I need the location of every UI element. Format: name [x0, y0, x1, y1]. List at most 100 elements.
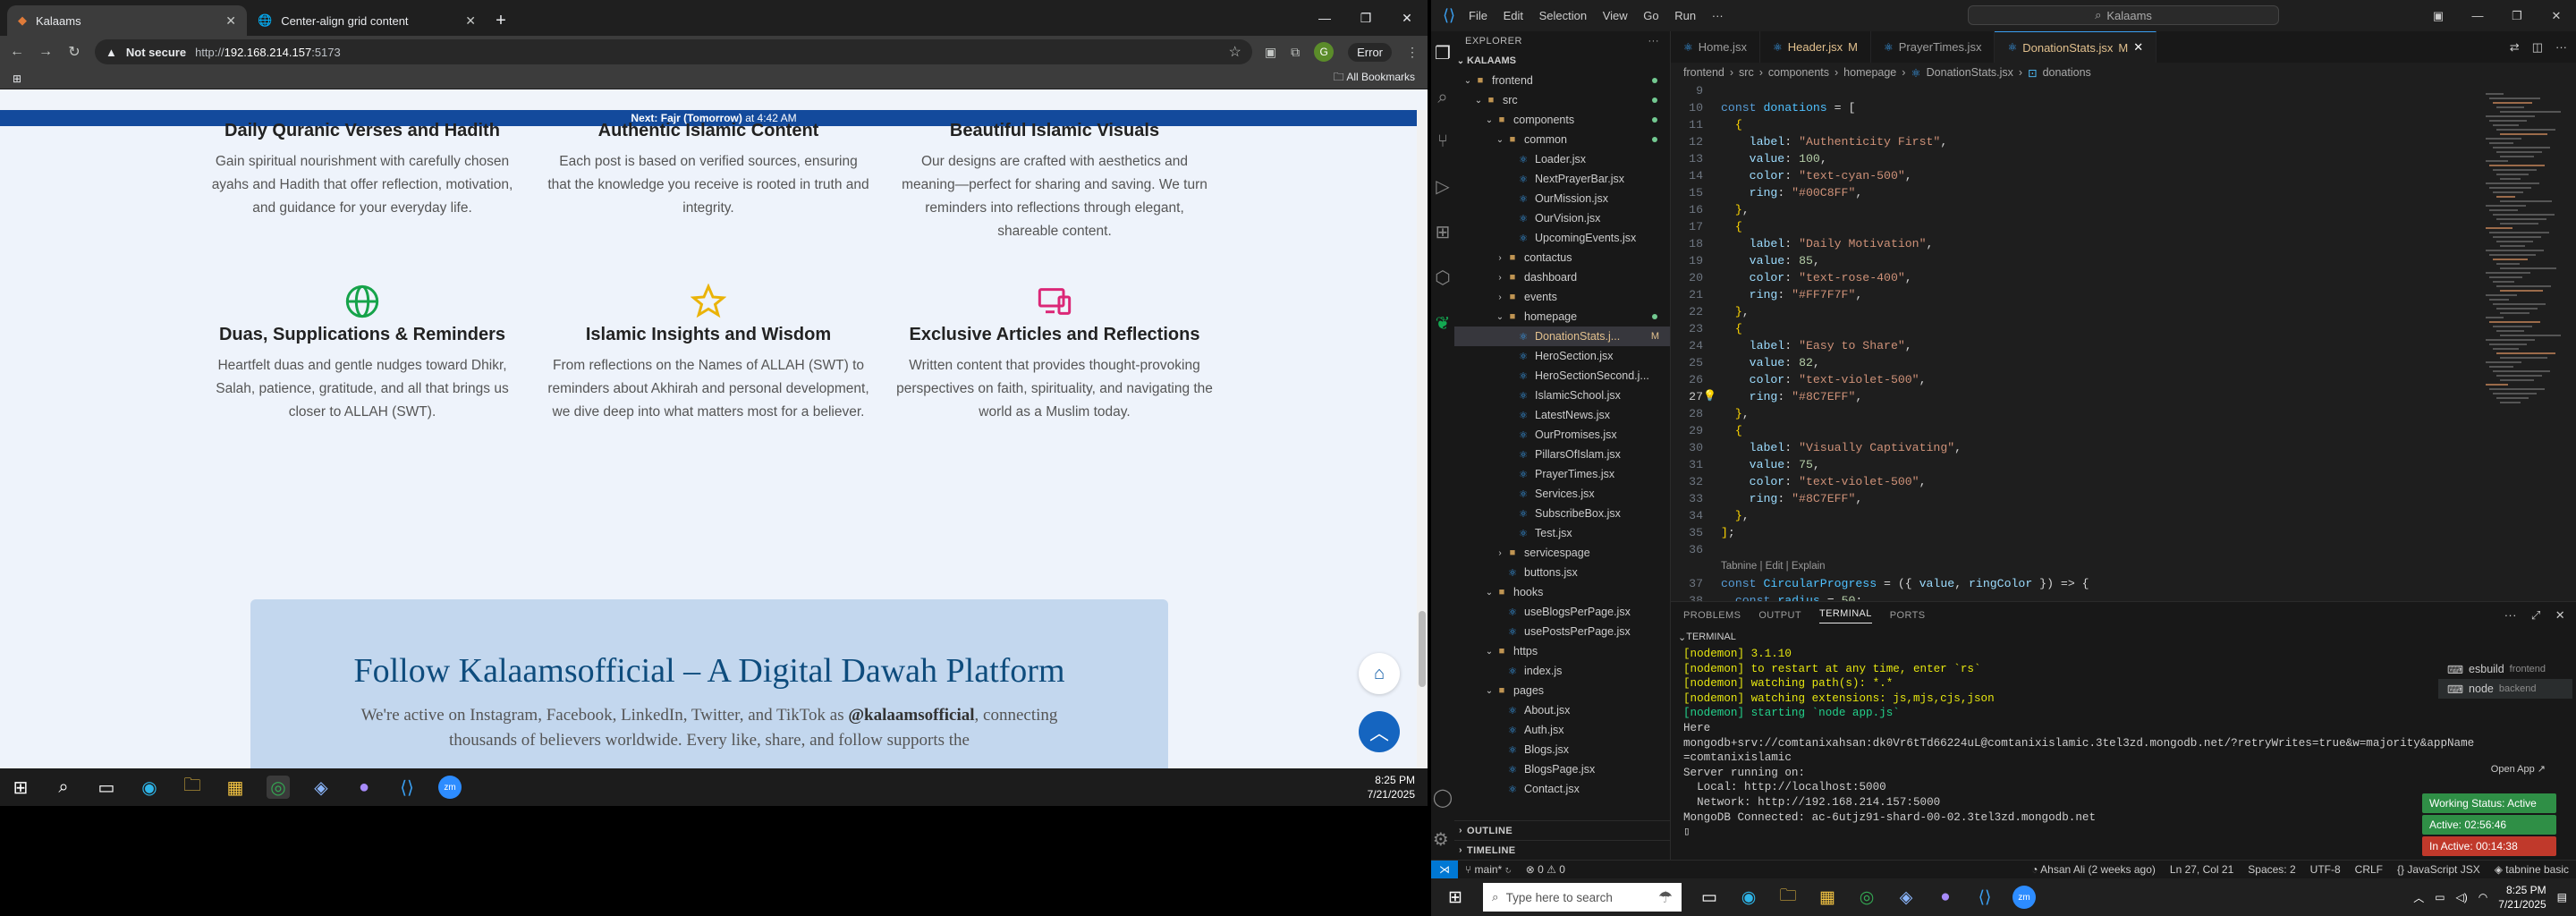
code-editor[interactable]: 9 10 const donations = [11 {12 label: "Aut… [1671, 82, 2480, 601]
workspace-root[interactable]: ⌄ KALAAMS [1454, 51, 1670, 71]
app-icon[interactable]: ◈ [1894, 886, 1918, 909]
more-icon[interactable]: ··· [2504, 608, 2517, 623]
code-line[interactable]: 21 ring: "#FF7F7F", [1671, 286, 2480, 303]
tab-ports[interactable]: PORTS [1890, 610, 1926, 621]
code-line[interactable]: 14 color: "text-cyan-500", [1671, 167, 2480, 184]
reload-icon[interactable]: ↻ [66, 43, 82, 61]
lightbulb-icon[interactable]: 💡 [1703, 388, 1716, 405]
cursor-position[interactable]: Ln 27, Col 21 [2163, 863, 2241, 876]
puzzle-icon[interactable]: ⧉ [1291, 45, 1300, 60]
scrollbar[interactable] [1417, 110, 1428, 768]
github-icon[interactable]: ● [352, 776, 376, 799]
tree-file[interactable]: ⚛ buttons.jsx [1454, 563, 1670, 582]
tree-folder[interactable]: ⌄ ■ src [1454, 90, 1670, 110]
split-editor-icon[interactable]: ◫ [2532, 40, 2543, 55]
chevron-up-icon[interactable]: ︿ [2413, 890, 2424, 905]
tree-file[interactable]: ⚛ About.jsx [1454, 700, 1670, 720]
chrome-tab-kalaams[interactable]: ◆ Kalaams ✕ [7, 5, 247, 36]
menu-go[interactable]: Go [1643, 9, 1658, 22]
code-line[interactable]: 27 ring: "#8C7EFF", 💡 [1671, 388, 2480, 405]
timeline-section[interactable]: › TIMELINE [1454, 840, 1670, 860]
maximize-icon[interactable]: ❐ [2497, 9, 2537, 23]
close-tab-icon[interactable]: ✕ [2133, 40, 2143, 55]
task-view-icon[interactable]: ▭ [95, 776, 118, 799]
windows-start-icon[interactable]: ⊞ [1444, 886, 1467, 909]
open-app-link[interactable]: Open App ↗ [2491, 763, 2546, 775]
encoding-status[interactable]: UTF-8 [2303, 863, 2348, 876]
code-line[interactable]: 38 const radius = 50; [1671, 592, 2480, 601]
code-line[interactable]: 23 { [1671, 320, 2480, 337]
kebab-menu-icon[interactable]: ⋮ [1406, 45, 1419, 60]
tree-file[interactable]: ⚛ useBlogsPerPage.jsx [1454, 602, 1670, 622]
tree-folder[interactable]: › ■ servicespage [1454, 543, 1670, 563]
code-line[interactable]: 16 }, [1671, 201, 2480, 218]
tree-file[interactable]: ⚛ Services.jsx [1454, 484, 1670, 504]
volume-icon[interactable]: ◁) [2456, 891, 2468, 903]
account-icon[interactable]: ◯ [1433, 786, 1453, 809]
all-bookmarks-button[interactable]: 🗀 All Bookmarks [1334, 69, 1415, 88]
extension-icon[interactable]: ▣ [1265, 45, 1276, 60]
breadcrumb-item[interactable]: src [1739, 66, 1754, 79]
tree-file[interactable]: ⚛ BlogsPage.jsx [1454, 759, 1670, 779]
github-icon[interactable]: ● [1934, 886, 1957, 909]
code-line[interactable]: 19 value: 85, [1671, 252, 2480, 269]
wifi-icon[interactable]: ◠ [2479, 891, 2487, 903]
search-icon[interactable]: ⌕ [1437, 88, 1447, 108]
taskbar-search[interactable]: ⌕ Type here to search ☂ [1483, 883, 1682, 912]
run-debug-icon[interactable]: ▷ [1436, 175, 1449, 198]
tree-folder[interactable]: ⌄ ■ components [1454, 110, 1670, 130]
tab-problems[interactable]: PROBLEMS [1683, 610, 1741, 621]
search-icon[interactable]: ⌕ [52, 776, 75, 799]
tree-folder[interactable]: › ■ events [1454, 287, 1670, 307]
close-tab-icon[interactable]: ✕ [225, 13, 236, 29]
indent-status[interactable]: Spaces: 2 [2241, 863, 2302, 876]
breadcrumb-item[interactable]: frontend [1683, 66, 1724, 79]
code-line[interactable]: 10 const donations = [ [1671, 99, 2480, 116]
tree-folder[interactable]: ⌄ ■ homepage [1454, 307, 1670, 327]
terminal-output[interactable]: [nodemon] 3.1.10 [nodemon] to restart at … [1683, 647, 2474, 840]
edge-icon[interactable]: ◉ [138, 776, 161, 799]
branch-status[interactable]: ⑂ main* ↻ [1458, 863, 1519, 876]
minimize-icon[interactable]: — [1304, 11, 1345, 25]
tab-terminal[interactable]: TERMINAL [1818, 608, 1872, 623]
breadcrumb-item[interactable]: homepage [1843, 66, 1896, 79]
tree-file[interactable]: ⚛ LatestNews.jsx [1454, 405, 1670, 425]
tree-file[interactable]: ⚛ OurMission.jsx [1454, 189, 1670, 208]
tree-file[interactable]: ⚛ Contact.jsx [1454, 779, 1670, 799]
tree-file[interactable]: ⚛ PrayerTimes.jsx [1454, 464, 1670, 484]
breadcrumb-item[interactable]: DonationStats.jsx [1927, 66, 2013, 79]
code-line[interactable]: 33 ring: "#8C7EFF", [1671, 490, 2480, 507]
prayer-widget-button[interactable]: ⌂ [1359, 653, 1400, 694]
store-icon[interactable]: ▦ [224, 776, 247, 799]
code-line[interactable]: 26 color: "text-violet-500", [1671, 371, 2480, 388]
tab-prayertimes[interactable]: ⚛ PrayerTimes.jsx [1871, 31, 1996, 63]
scrollbar-thumb[interactable] [1419, 611, 1426, 687]
zoom-icon[interactable]: zm [2012, 886, 2036, 909]
explorer-icon[interactable]: ❐ [1435, 42, 1451, 64]
code-line[interactable]: 17 { [1671, 218, 2480, 235]
tree-folder[interactable]: ⌄ ■ https [1454, 641, 1670, 661]
chrome-tab-grid[interactable]: 🌐 Center-align grid content ✕ [247, 5, 487, 36]
minimap[interactable] [2480, 82, 2576, 601]
avatar[interactable]: G [1314, 42, 1335, 62]
gear-icon[interactable]: ⚙ [1433, 828, 1453, 851]
code-line[interactable]: 15 ring: "#00C8FF", [1671, 184, 2480, 201]
tab-header[interactable]: ⚛ Header.jsx M [1760, 31, 1871, 63]
tab-home[interactable]: ⚛ Home.jsx [1671, 31, 1760, 63]
extensions-icon[interactable]: ⊞ [1436, 221, 1451, 243]
menu-selection[interactable]: Selection [1539, 9, 1587, 22]
codelens[interactable]: Tabnine | Edit | Explain [1671, 558, 2480, 575]
code-line[interactable]: 18 label: "Daily Motivation", [1671, 235, 2480, 252]
breadcrumb-item[interactable]: donations [2043, 66, 2091, 79]
code-line[interactable]: 12 label: "Authenticity First", [1671, 133, 2480, 150]
menu-run[interactable]: Run [1674, 9, 1696, 22]
tree-file[interactable]: ⚛ UpcomingEvents.jsx [1454, 228, 1670, 248]
tab-output[interactable]: OUTPUT [1758, 610, 1801, 621]
code-line[interactable]: 32 color: "text-violet-500", [1671, 473, 2480, 490]
tab-donationstats[interactable]: ⚛ DonationStats.jsx M ✕ [1995, 31, 2157, 63]
tree-file[interactable]: ⚛ IslamicSchool.jsx [1454, 386, 1670, 405]
code-line[interactable]: 30 label: "Visually Captivating", [1671, 439, 2480, 456]
tree-folder[interactable]: › ■ dashboard [1454, 267, 1670, 287]
code-line[interactable]: 11 { [1671, 116, 2480, 133]
tree-file[interactable]: ⚛ NextPrayerBar.jsx [1454, 169, 1670, 189]
